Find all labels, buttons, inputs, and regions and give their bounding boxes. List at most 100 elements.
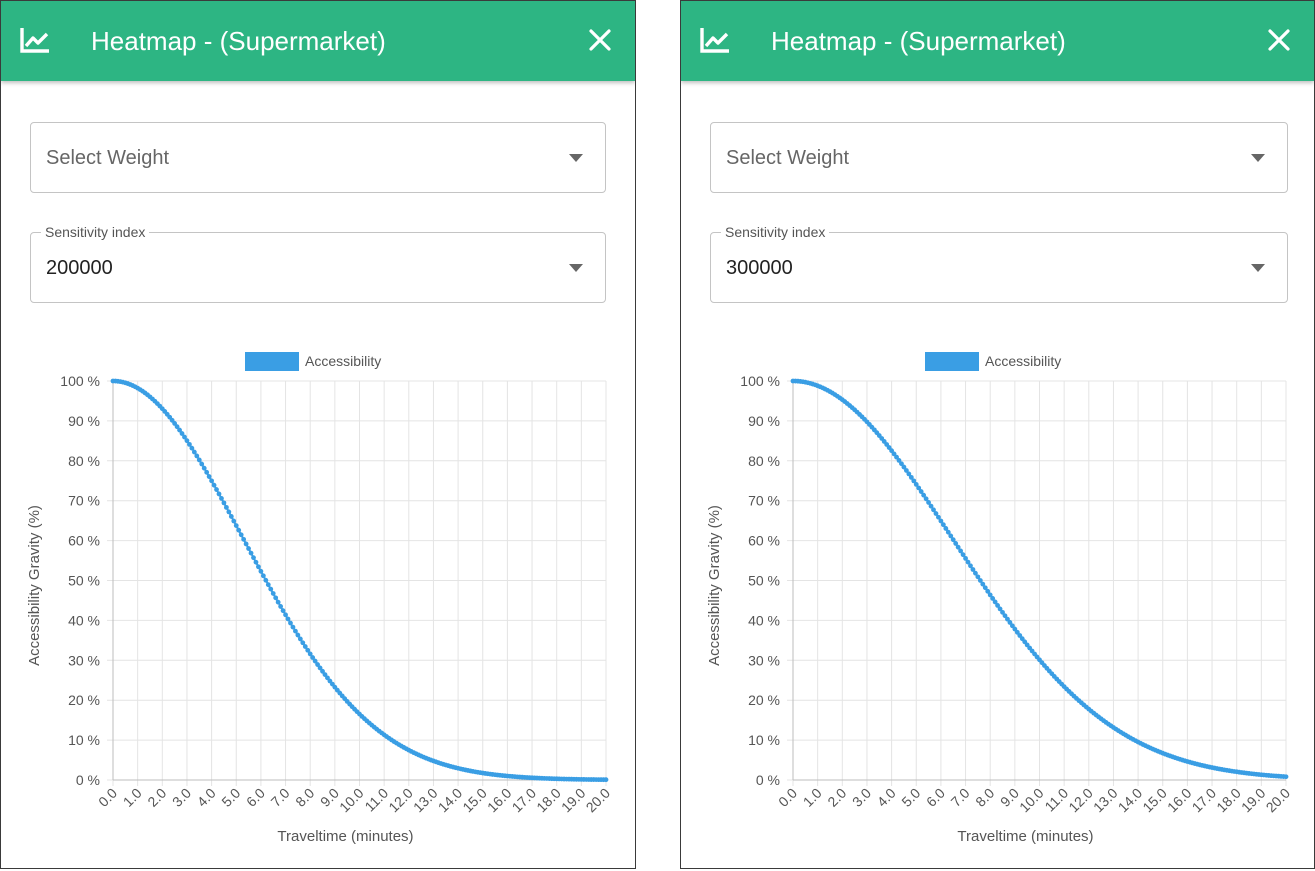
data-point — [1283, 774, 1289, 780]
y-tick-label: 30 % — [68, 652, 100, 668]
x-tick-label: 5.0 — [218, 785, 243, 810]
data-point — [206, 474, 212, 479]
x-tick-label: 6.0 — [923, 785, 948, 810]
data-point — [221, 500, 227, 506]
x-tick-label: 7.0 — [948, 785, 973, 810]
x-tick-label: 10.0 — [336, 785, 367, 816]
data-point — [238, 532, 244, 538]
y-tick-label: 10 % — [748, 732, 780, 748]
data-point — [216, 491, 222, 497]
data-point — [258, 568, 264, 574]
legend-swatch — [925, 352, 979, 371]
x-tick-label: 17.0 — [509, 785, 540, 816]
data-point — [283, 612, 288, 618]
sensitivity-index-label: Sensitivity index — [721, 223, 830, 241]
x-tick-label: 2.0 — [144, 785, 169, 810]
data-point — [251, 555, 256, 561]
x-tick-label: 12.0 — [1065, 785, 1096, 816]
x-axis-title: Traveltime (minutes) — [277, 828, 413, 845]
select-weight-dropdown[interactable]: Select Weight — [30, 122, 606, 193]
panel-title: Heatmap - (Supermarket) — [91, 26, 386, 56]
data-point — [199, 461, 205, 467]
data-point — [226, 509, 232, 515]
y-tick-label: 20 % — [748, 692, 780, 708]
x-tick-label: 0.0 — [775, 785, 800, 810]
data-point — [268, 586, 274, 592]
x-tick-label: 10.0 — [1016, 785, 1047, 816]
y-tick-label: 90 % — [68, 413, 100, 429]
sensitivity-index-value: 200000 — [46, 257, 113, 279]
data-point — [233, 523, 239, 528]
data-point — [214, 487, 219, 492]
y-tick-label: 40 % — [68, 612, 100, 628]
x-tick-label: 16.0 — [484, 785, 515, 816]
chart-line-icon — [20, 28, 49, 53]
data-point — [243, 541, 249, 547]
x-tick-label: 13.0 — [410, 785, 441, 816]
x-tick-label: 20.0 — [1263, 785, 1294, 816]
x-tick-label: 14.0 — [1115, 785, 1146, 816]
data-point — [194, 453, 200, 459]
select-weight-dropdown[interactable]: Select Weight — [710, 122, 1288, 193]
data-point — [219, 496, 224, 501]
panel-header: Heatmap - (Supermarket) — [681, 1, 1314, 81]
x-tick-label: 15.0 — [459, 785, 490, 816]
panel-header: Heatmap - (Supermarket) — [1, 1, 635, 81]
data-point — [236, 527, 242, 533]
x-tick-label: 8.0 — [292, 785, 317, 810]
sensitivity-index-dropdown[interactable]: Sensitivity index 300000 — [710, 223, 1288, 303]
y-tick-label: 80 % — [68, 453, 100, 469]
x-tick-label: 2.0 — [824, 785, 849, 810]
chevron-down-icon — [569, 264, 583, 272]
panel-title: Heatmap - (Supermarket) — [771, 26, 1066, 56]
chevron-down-icon — [1251, 154, 1265, 162]
data-point — [253, 559, 259, 565]
x-tick-label: 18.0 — [1213, 785, 1244, 816]
x-tick-label: 12.0 — [385, 785, 416, 816]
x-tick-label: 16.0 — [1164, 785, 1195, 816]
data-point — [265, 582, 271, 588]
data-point — [228, 514, 234, 519]
data-point — [211, 482, 217, 488]
chevron-down-icon — [1251, 264, 1265, 272]
x-tick-label: 6.0 — [243, 785, 268, 810]
x-tick-label: 7.0 — [268, 785, 293, 810]
x-tick-label: 5.0 — [898, 785, 923, 810]
data-point — [260, 573, 266, 579]
x-tick-label: 1.0 — [800, 785, 825, 810]
x-tick-label: 3.0 — [849, 785, 874, 810]
data-point — [256, 564, 261, 570]
y-tick-label: 0 % — [756, 772, 780, 788]
y-tick-label: 60 % — [68, 533, 100, 549]
sensitivity-index-label: Sensitivity index — [41, 223, 150, 241]
y-axis-title: Accessibility Gravity (%) — [26, 505, 43, 666]
legend-swatch — [245, 352, 299, 371]
data-point — [603, 777, 609, 783]
close-icon[interactable] — [587, 27, 613, 53]
y-tick-label: 70 % — [68, 493, 100, 509]
y-tick-label: 20 % — [68, 692, 100, 708]
x-tick-label: 13.0 — [1090, 785, 1121, 816]
x-tick-label: 4.0 — [874, 785, 899, 810]
y-tick-label: 80 % — [748, 453, 780, 469]
x-tick-label: 15.0 — [1139, 785, 1170, 816]
x-tick-label: 17.0 — [1189, 785, 1220, 816]
data-point — [278, 604, 284, 609]
x-tick-label: 11.0 — [1041, 785, 1071, 815]
x-tick-label: 19.0 — [1238, 785, 1269, 816]
y-tick-label: 70 % — [748, 493, 780, 509]
y-tick-label: 10 % — [68, 732, 100, 748]
close-icon[interactable] — [1266, 27, 1292, 53]
data-point — [263, 577, 269, 583]
y-tick-label: 90 % — [748, 413, 780, 429]
data-point — [248, 550, 254, 556]
data-point — [285, 616, 291, 622]
x-tick-label: 11.0 — [361, 785, 391, 815]
data-point — [288, 620, 293, 626]
data-point — [290, 624, 296, 630]
data-point — [223, 504, 229, 510]
x-tick-label: 3.0 — [169, 785, 194, 810]
data-point — [270, 591, 276, 596]
x-tick-label: 1.0 — [120, 785, 145, 810]
sensitivity-index-dropdown[interactable]: Sensitivity index 200000 — [30, 223, 606, 303]
